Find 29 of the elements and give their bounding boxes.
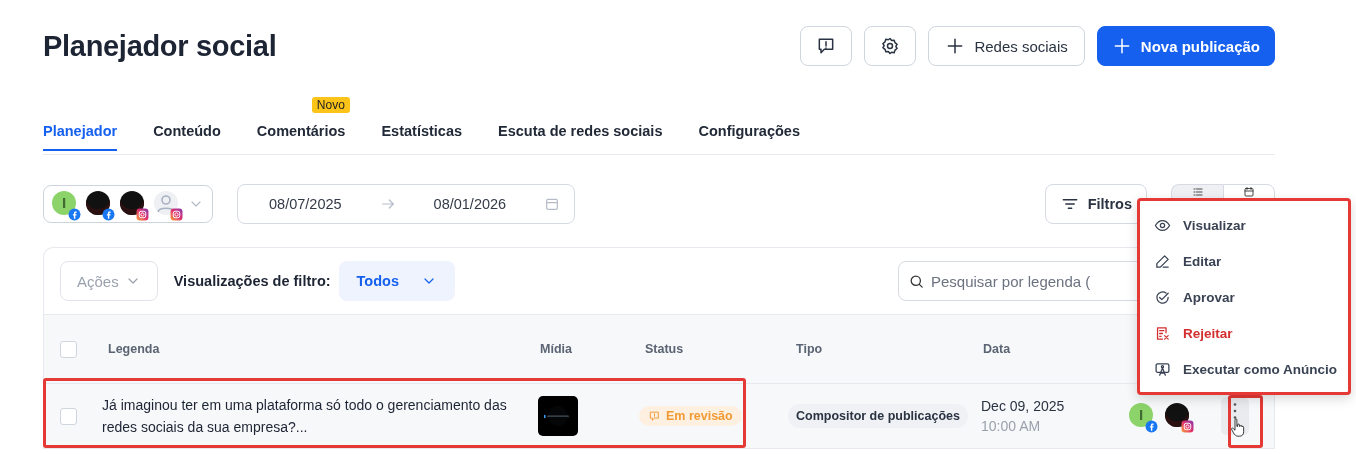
end-date: 08/01/2026 bbox=[433, 196, 507, 212]
filter-views-label: Visualizações de filtro: bbox=[173, 273, 331, 289]
post-time: 10:00 AM bbox=[981, 418, 1042, 434]
new-post-button[interactable]: Nova publicação bbox=[1096, 26, 1275, 66]
menu-item[interactable]: Executar como Anúncio bbox=[1154, 351, 1348, 387]
column-header: Legenda bbox=[107, 342, 161, 356]
column-header: Data bbox=[983, 342, 1012, 356]
tab[interactable]: Conteúdo bbox=[153, 114, 221, 151]
social-networks-button[interactable]: Redes sociais bbox=[928, 26, 1085, 66]
filter-view-dropdown[interactable]: Todos bbox=[338, 261, 455, 301]
column-header: Tipo bbox=[796, 342, 824, 356]
tab[interactable]: Escuta de redes sociais bbox=[498, 114, 663, 151]
filters-button[interactable]: Filtros bbox=[1044, 184, 1147, 224]
menu-item[interactable]: Rejeitar bbox=[1154, 315, 1348, 351]
status-badge: Em revisão bbox=[639, 406, 742, 426]
tab[interactable]: Estatísticas bbox=[381, 114, 463, 151]
tab[interactable]: Planejador bbox=[43, 114, 118, 151]
start-date: 08/07/2025 bbox=[269, 196, 342, 212]
date-range-field[interactable]: 08/07/2025 08/01/2026 bbox=[237, 184, 576, 224]
column-header: Status bbox=[645, 342, 685, 356]
tab[interactable]: Configurações bbox=[698, 114, 800, 151]
type-tag: Compositor de publicações bbox=[788, 404, 968, 428]
menu-item[interactable]: Visualizar bbox=[1154, 207, 1348, 243]
column-header: Mídia bbox=[540, 342, 573, 356]
page-title: Planejador social bbox=[43, 29, 277, 63]
new-badge: Novo bbox=[311, 97, 350, 113]
tab[interactable]: Comentários bbox=[256, 114, 346, 151]
post-caption: Já imaginou ter em uma plataforma só todo o gerenciamento das redes sociais da sua empresa?... bbox=[102, 396, 508, 437]
post-date: Dec 09, 2025 bbox=[981, 398, 1066, 414]
